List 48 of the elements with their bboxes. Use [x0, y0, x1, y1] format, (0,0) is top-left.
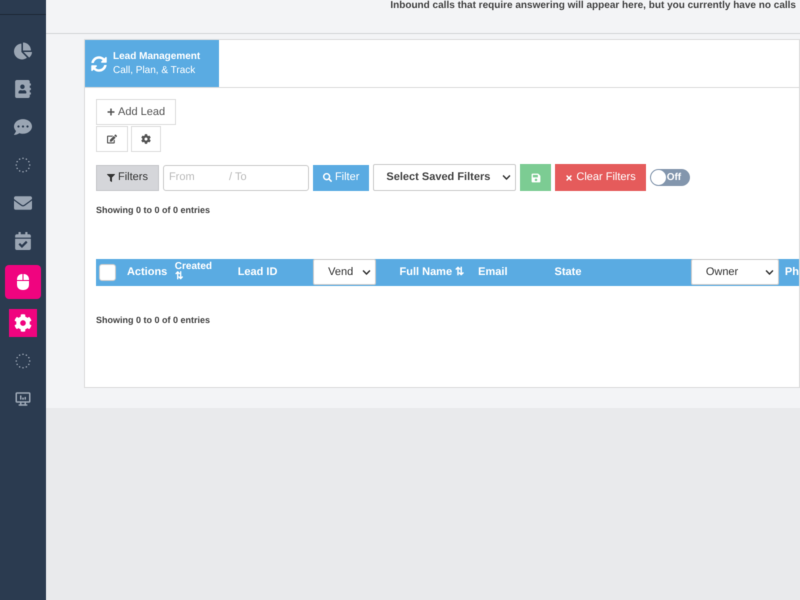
chevron-down-icon [362, 268, 371, 276]
column-filter-select[interactable]: Owner [690, 259, 779, 285]
settings-icon [14, 314, 32, 332]
refresh-icon [91, 56, 107, 72]
filter-button[interactable]: Filter [312, 164, 370, 190]
envelope-icon [14, 194, 32, 212]
entries-info: Showing 0 to 0 of 0 entries [96, 314, 212, 327]
date-range-field[interactable]: From / To [162, 164, 309, 190]
clear-filters-button[interactable]: Clear Filters [555, 164, 646, 191]
range-separator: / [228, 170, 232, 186]
column-header: State [554, 264, 582, 280]
mouse-icon [17, 273, 29, 291]
sidebar-item[interactable] [9, 309, 37, 337]
settings-button[interactable] [131, 126, 161, 152]
chevron-down-icon [502, 173, 512, 182]
edit-icon [107, 134, 117, 144]
search-icon [322, 173, 332, 182]
column-header: Ph [784, 264, 799, 280]
filter-icon [107, 174, 115, 182]
from-placeholder: From [168, 170, 196, 186]
add-lead-button[interactable]: Add Lead [96, 99, 176, 125]
module-tab[interactable]: Lead Management Call, Plan, & Track [85, 40, 219, 87]
column-filter-select[interactable]: Vend [313, 259, 376, 285]
entries-info: Showing 0 to 0 of 0 entries [96, 204, 212, 217]
monitor-icon [14, 390, 32, 408]
column-header[interactable]: Created ⇅ [174, 262, 234, 282]
filters-button[interactable]: Filters [96, 164, 159, 190]
contact-folder-icon [14, 80, 32, 98]
column-header: Lead ID [238, 264, 278, 280]
close-icon [565, 174, 574, 182]
check-calendar-icon [14, 232, 32, 250]
settings-icon [141, 134, 151, 144]
pie-chart-icon [14, 42, 32, 60]
column-header: Actions [126, 264, 168, 280]
column-header[interactable]: Full Name ⇅ [400, 264, 464, 280]
to-placeholder: To [235, 170, 247, 186]
select-all-checkbox[interactable] [99, 264, 116, 280]
module-title: Lead Management [113, 50, 200, 64]
edit-button[interactable] [96, 126, 128, 152]
chevron-down-icon [764, 268, 774, 276]
saved-filters-select[interactable]: Select Saved Filters [373, 164, 516, 191]
column-header: Email [478, 264, 509, 280]
notice-text: Inbound calls that require answering will appear here, but you currently have no calls [390, 0, 796, 12]
toggle-switch[interactable]: Off [650, 169, 690, 186]
chat-bubble-icon [14, 118, 32, 136]
save-icon [530, 172, 541, 182]
module-subtitle: Call, Plan, & Track [113, 64, 196, 78]
plus-icon [107, 108, 115, 116]
